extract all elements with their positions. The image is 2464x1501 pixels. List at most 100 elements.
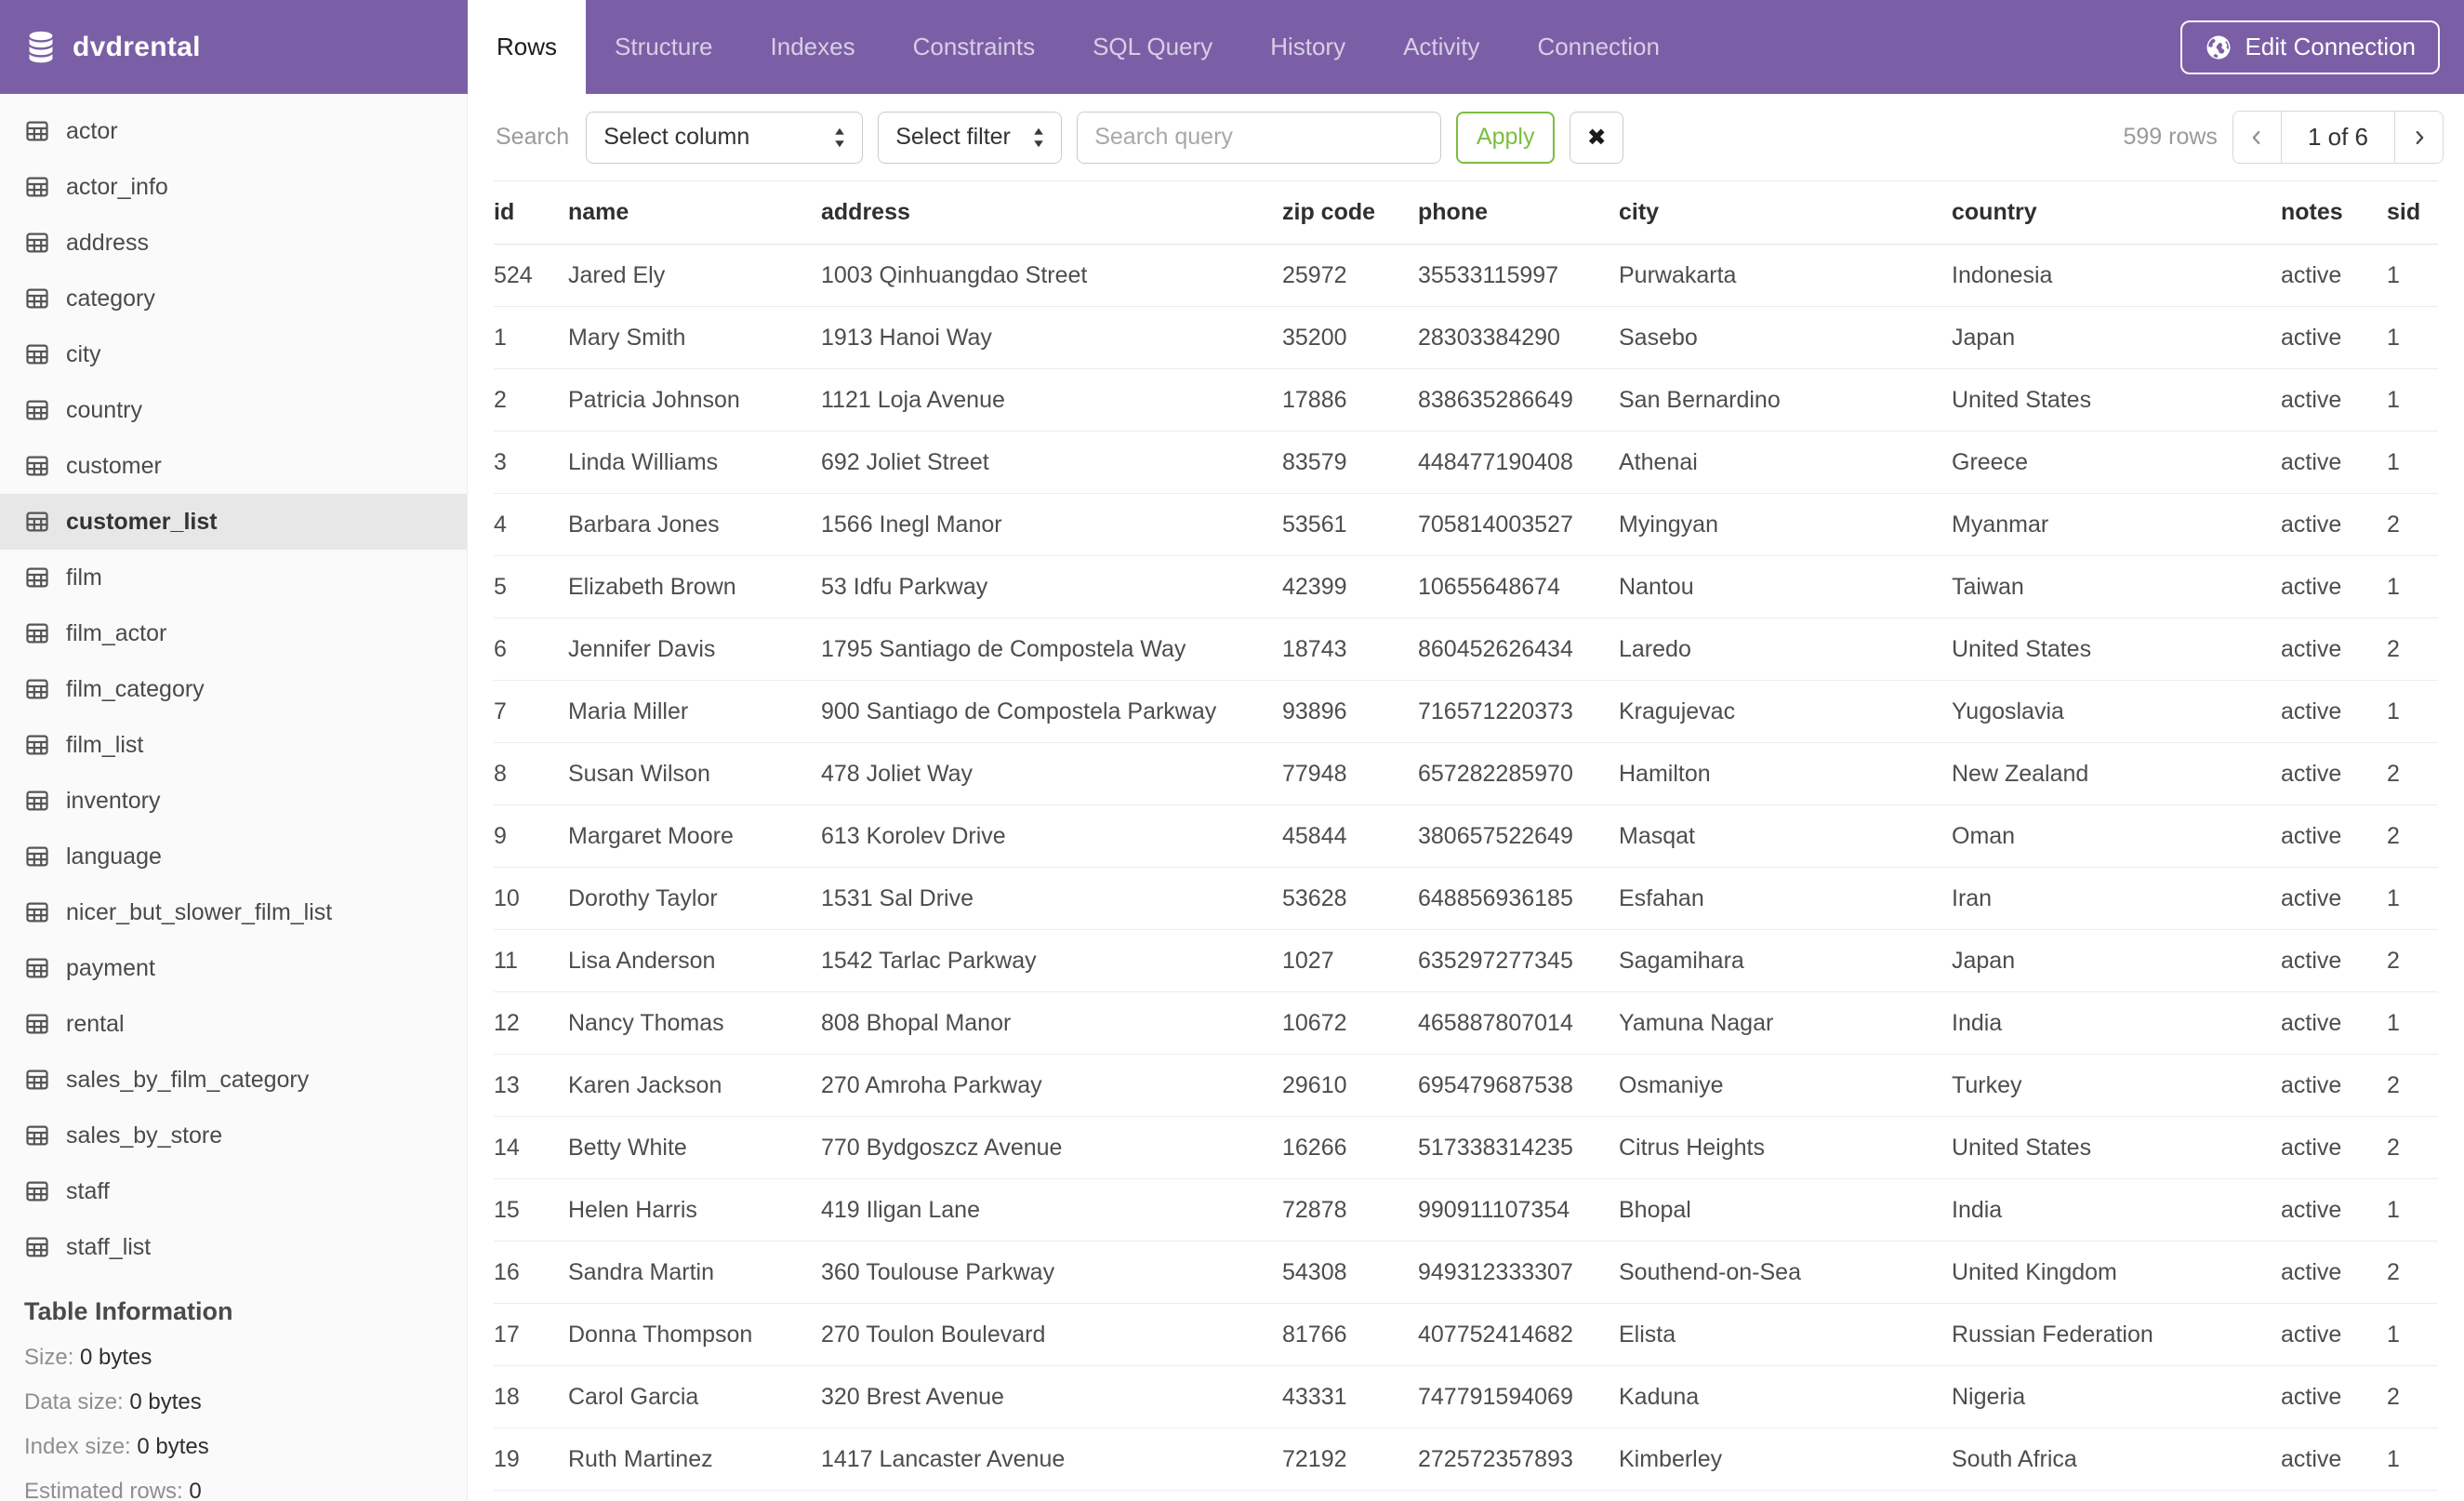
table-row[interactable]: 13 Karen Jackson 270 Amroha Parkway 29610 69… bbox=[494, 1054, 2438, 1117]
column-header-country[interactable]: country bbox=[1952, 180, 2281, 245]
table-row[interactable]: 4 Barbara Jones 1566 Inegl Manor 53561 70581… bbox=[494, 493, 2438, 556]
column-header-id[interactable]: id bbox=[494, 180, 568, 245]
sidebar-item-label: film_actor bbox=[66, 619, 167, 646]
sidebar-item-sales_by_film_category[interactable]: sales_by_film_category bbox=[0, 1052, 467, 1108]
tab-structure[interactable]: Structure bbox=[586, 0, 742, 94]
sidebar-item-actor_info[interactable]: actor_info bbox=[0, 159, 467, 215]
sidebar-item-actor[interactable]: actor bbox=[0, 103, 467, 159]
next-page-button[interactable] bbox=[2395, 112, 2443, 163]
table-row[interactable]: 9 Margaret Moore 613 Korolev Drive 45844 380… bbox=[494, 804, 2438, 868]
table-row[interactable]: 8 Susan Wilson 478 Joliet Way 77948 65728228… bbox=[494, 742, 2438, 805]
column-header-zip-code[interactable]: zip code bbox=[1282, 180, 1418, 245]
cell-notes: active bbox=[2281, 1054, 2387, 1117]
table-icon bbox=[24, 509, 50, 535]
cell-address: 478 Joliet Way bbox=[821, 742, 1282, 805]
sidebar-item-customer_list[interactable]: customer_list bbox=[0, 494, 467, 550]
info-row: Size: 0 bytes bbox=[24, 1335, 443, 1380]
table-row[interactable]: 19 Ruth Martinez 1417 Lancaster Avenue 7219… bbox=[494, 1428, 2438, 1491]
cell-country: United States bbox=[1952, 368, 2281, 432]
sidebar-item-city[interactable]: city bbox=[0, 326, 467, 382]
cell-phone: 838635286649 bbox=[1418, 368, 1619, 432]
cell-phone: 448477190408 bbox=[1418, 431, 1619, 494]
cell-country: Nigeria bbox=[1952, 1365, 2281, 1428]
cell-notes: active bbox=[2281, 306, 2387, 369]
table-row[interactable]: 14 Betty White 770 Bydgoszcz Avenue 16266 51… bbox=[494, 1116, 2438, 1179]
sidebar-item-inventory[interactable]: inventory bbox=[0, 773, 467, 829]
sidebar-item-language[interactable]: language bbox=[0, 829, 467, 884]
column-select[interactable]: Select column bbox=[586, 111, 864, 164]
sidebar-item-staff_list[interactable]: staff_list bbox=[0, 1219, 467, 1275]
column-header-notes[interactable]: notes bbox=[2281, 180, 2387, 245]
cell-phone: 517338314235 bbox=[1418, 1116, 1619, 1179]
sidebar-item-country[interactable]: country bbox=[0, 382, 467, 438]
table-row[interactable]: 16 Sandra Martin 360 Toulouse Parkway 54308… bbox=[494, 1241, 2438, 1304]
edit-connection-button[interactable]: Edit Connection bbox=[2180, 20, 2440, 74]
tab-activity[interactable]: Activity bbox=[1374, 0, 1508, 94]
table-row[interactable]: 1 Mary Smith 1913 Hanoi Way 35200 2830338429… bbox=[494, 306, 2438, 369]
tab-history[interactable]: History bbox=[1241, 0, 1374, 94]
table-row[interactable]: 18 Carol Garcia 320 Brest Avenue 43331 74779… bbox=[494, 1365, 2438, 1428]
table-row[interactable]: 2 Patricia Johnson 1121 Loja Avenue 17886 83… bbox=[494, 368, 2438, 432]
sidebar-item-film_actor[interactable]: film_actor bbox=[0, 605, 467, 661]
sidebar-item-staff[interactable]: staff bbox=[0, 1163, 467, 1219]
sidebar-item-label: customer bbox=[66, 452, 162, 479]
sidebar-item-label: country bbox=[66, 396, 142, 423]
column-header-city[interactable]: city bbox=[1619, 180, 1952, 245]
search-query-input[interactable] bbox=[1077, 111, 1442, 164]
column-header-phone[interactable]: phone bbox=[1418, 180, 1619, 245]
cell-id: 10 bbox=[494, 867, 568, 930]
table-row[interactable]: 15 Helen Harris 419 Iligan Lane 72878 990911… bbox=[494, 1178, 2438, 1242]
tab-indexes[interactable]: Indexes bbox=[742, 0, 884, 94]
table-row[interactable]: 5 Elizabeth Brown 53 Idfu Parkway 42399 1065… bbox=[494, 555, 2438, 618]
table-row[interactable]: 3 Linda Williams 692 Joliet Street 83579 448… bbox=[494, 431, 2438, 494]
cell-id: 16 bbox=[494, 1241, 568, 1304]
info-label: Size: bbox=[24, 1345, 74, 1370]
column-header-address[interactable]: address bbox=[821, 180, 1282, 245]
sidebar-item-film[interactable]: film bbox=[0, 550, 467, 605]
sidebar-item-nicer_but_slower_film_list[interactable]: nicer_but_slower_film_list bbox=[0, 884, 467, 940]
table-row[interactable]: 524 Jared Ely 1003 Qinhuangdao Street 25972… bbox=[494, 244, 2438, 307]
tab-connection[interactable]: Connection bbox=[1508, 0, 1689, 94]
sidebar-item-rental[interactable]: rental bbox=[0, 996, 467, 1052]
cell-country: United States bbox=[1952, 618, 2281, 681]
cell-name: Susan Wilson bbox=[568, 742, 821, 805]
sidebar-item-label: payment bbox=[66, 954, 155, 981]
sidebar-item-film_list[interactable]: film_list bbox=[0, 717, 467, 773]
sidebar-item-customer[interactable]: customer bbox=[0, 438, 467, 494]
filter-select-value: Select filter bbox=[895, 124, 1011, 150]
clear-search-button[interactable]: ✖ bbox=[1570, 111, 1624, 164]
table-row[interactable]: 10 Dorothy Taylor 1531 Sal Drive 53628 64885… bbox=[494, 867, 2438, 930]
table-icon bbox=[24, 453, 50, 479]
sidebar-item-category[interactable]: category bbox=[0, 271, 467, 326]
cell-notes: active bbox=[2281, 680, 2387, 743]
tab-sql-query[interactable]: SQL Query bbox=[1064, 0, 1241, 94]
info-label: Data size: bbox=[24, 1389, 124, 1415]
table-row[interactable]: 11 Lisa Anderson 1542 Tarlac Parkway 1027 63… bbox=[494, 929, 2438, 992]
apply-button[interactable]: Apply bbox=[1456, 111, 1556, 164]
cell-address: 613 Korolev Drive bbox=[821, 804, 1282, 868]
column-header-sid[interactable]: sid bbox=[2387, 180, 2438, 245]
cell-city: Southend-on-Sea bbox=[1619, 1241, 1952, 1304]
table-header-row: id name address zip code phone city country not… bbox=[494, 180, 2438, 245]
table-row[interactable]: 7 Maria Miller 900 Santiago de Compostela … bbox=[494, 680, 2438, 743]
sidebar-item-payment[interactable]: payment bbox=[0, 940, 467, 996]
cell-id: 12 bbox=[494, 991, 568, 1055]
cell-zip-code: 17886 bbox=[1282, 368, 1418, 432]
cell-country: Taiwan bbox=[1952, 555, 2281, 618]
cell-zip-code: 53628 bbox=[1282, 867, 1418, 930]
table-row[interactable]: 17 Donna Thompson 270 Toulon Boulevard 8176… bbox=[494, 1303, 2438, 1366]
table-row[interactable]: 6 Jennifer Davis 1795 Santiago de Composte… bbox=[494, 618, 2438, 681]
sidebar-item-address[interactable]: address bbox=[0, 215, 467, 271]
sidebar-item-sales_by_store[interactable]: sales_by_store bbox=[0, 1108, 467, 1163]
tab-constraints[interactable]: Constraints bbox=[884, 0, 1065, 94]
cell-city: Kimberley bbox=[1619, 1428, 1952, 1491]
sidebar-item-film_category[interactable]: film_category bbox=[0, 661, 467, 717]
cell-name: Dorothy Taylor bbox=[568, 867, 821, 930]
cell-city: Sagamihara bbox=[1619, 929, 1952, 992]
tab-rows[interactable]: Rows bbox=[468, 0, 587, 94]
previous-page-button[interactable] bbox=[2232, 112, 2281, 163]
column-header-name[interactable]: name bbox=[568, 180, 821, 245]
table-icon bbox=[24, 1234, 50, 1260]
table-row[interactable]: 12 Nancy Thomas 808 Bhopal Manor 10672 46588… bbox=[494, 991, 2438, 1055]
filter-select[interactable]: Select filter bbox=[878, 111, 1063, 164]
